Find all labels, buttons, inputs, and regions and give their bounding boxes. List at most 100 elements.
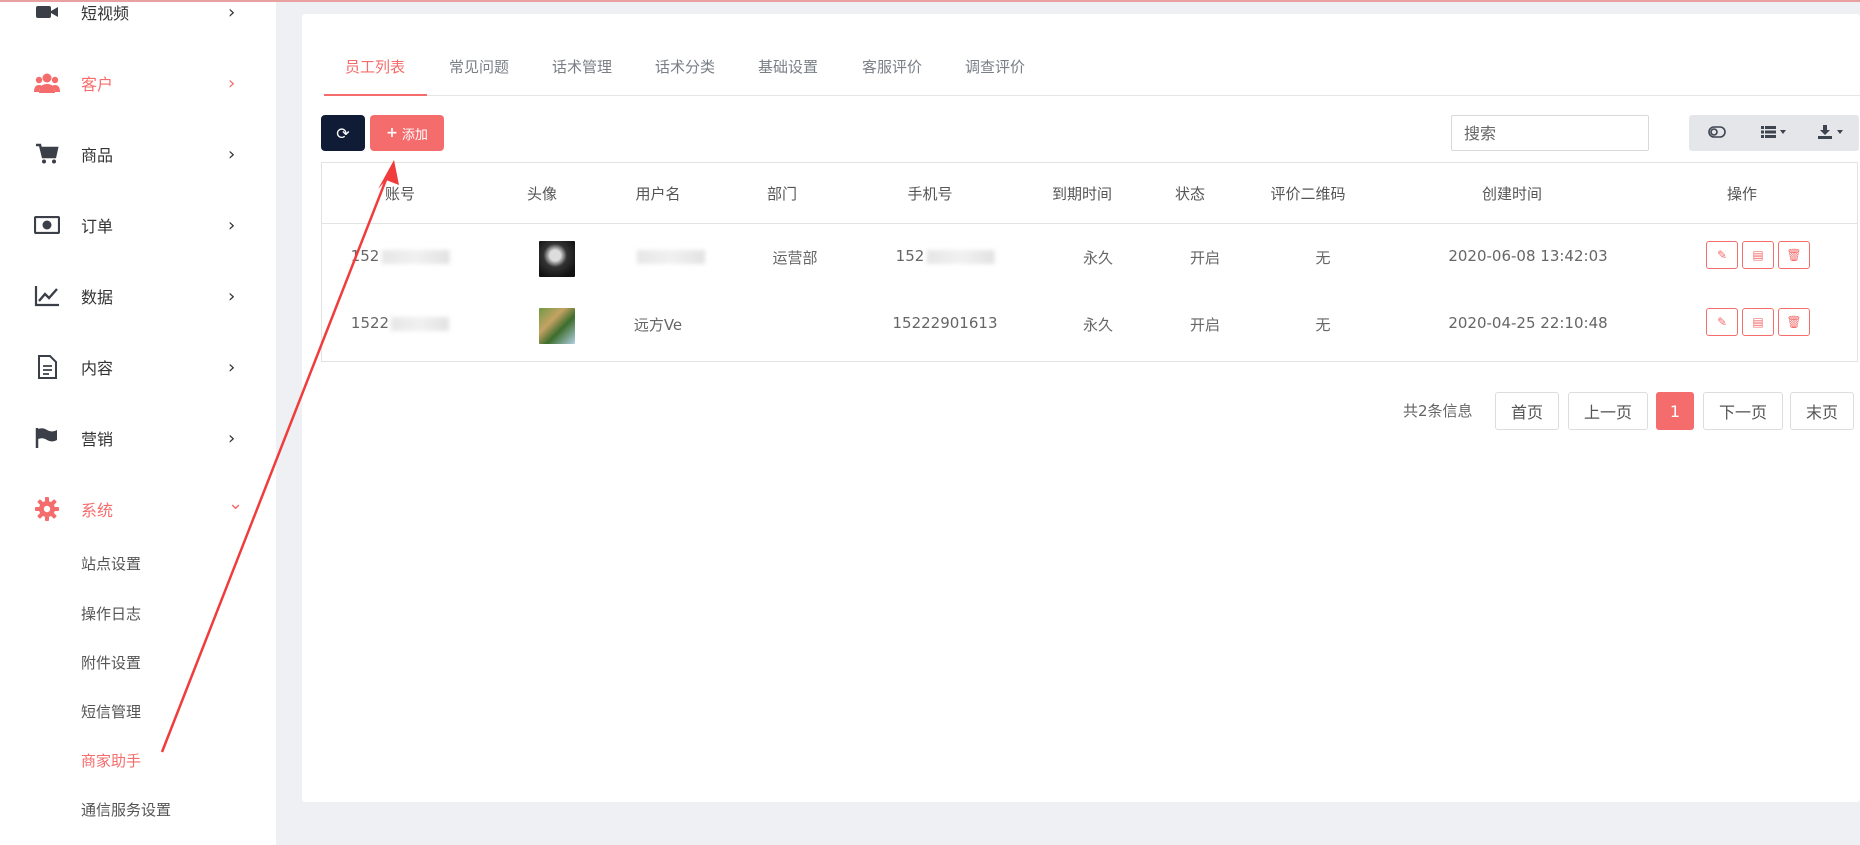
account-cell: 152	[351, 247, 450, 265]
active-tab-underline	[324, 94, 427, 96]
last-page-button[interactable]: 末页	[1790, 392, 1854, 430]
phone-cell: 15222901613	[892, 314, 998, 332]
view-button[interactable]: ▤	[1742, 308, 1774, 336]
created-cell: 2020-06-08 13:42:03	[1448, 247, 1608, 265]
chevron-right-icon: ›	[228, 285, 236, 307]
top-accent-line	[0, 0, 1860, 2]
sidebar-item-video[interactable]: 短视频 ›	[0, 0, 276, 32]
add-button[interactable]: + 添加	[370, 115, 444, 151]
column-header: 部门	[766, 185, 798, 203]
tab-script-management[interactable]: 话术管理	[552, 56, 612, 77]
chevron-right-icon: ›	[228, 427, 236, 449]
column-header: 用户名	[635, 185, 681, 203]
column-header: 评价二维码	[1270, 185, 1346, 203]
video-icon	[34, 0, 60, 25]
sidebar-item-label: 订单	[81, 217, 114, 236]
tab-script-category[interactable]: 话术分类	[655, 56, 715, 77]
sidebar-subitem-site-settings[interactable]: 站点设置	[81, 553, 141, 574]
redacted-mask	[637, 249, 705, 264]
view-button[interactable]: ▤	[1742, 241, 1774, 269]
column-header: 状态	[1174, 185, 1206, 203]
money-icon	[34, 212, 60, 238]
sidebar-subitem-operation-log[interactable]: 操作日志	[81, 603, 141, 624]
prev-page-button[interactable]: 上一页	[1568, 392, 1648, 430]
refresh-icon: ⟳	[336, 123, 350, 143]
sidebar-item-label: 商品	[81, 146, 114, 165]
sidebar-item-label: 内容	[81, 359, 114, 378]
column-header: 账号	[384, 185, 416, 203]
toggle-icon	[1708, 125, 1727, 141]
sidebar-subitem-sms-management[interactable]: 短信管理	[81, 701, 141, 722]
expire-cell: 永久	[1082, 249, 1114, 267]
search-input[interactable]	[1451, 115, 1649, 151]
tab-staff-list[interactable]: 员工列表	[345, 56, 405, 77]
flag-icon	[34, 425, 60, 451]
tab-survey-rating[interactable]: 调查评价	[965, 56, 1025, 77]
sidebar-item-label: 营销	[81, 430, 114, 449]
sidebar-item-order[interactable]: 订单 ›	[0, 205, 276, 245]
refresh-button[interactable]: ⟳	[321, 115, 365, 151]
pencil-icon: ✎	[1716, 248, 1728, 262]
status-cell: 开启	[1189, 316, 1221, 334]
chart-icon	[34, 283, 60, 309]
sidebar-item-goods[interactable]: 商品 ›	[0, 134, 276, 174]
delete-button[interactable]: 🗑	[1778, 308, 1810, 336]
created-cell: 2020-04-25 22:10:48	[1448, 314, 1608, 332]
sidebar-item-label: 系统	[81, 501, 114, 520]
row-actions: ✎ ▤ 🗑	[1706, 241, 1810, 269]
calendar-icon: ▤	[1752, 315, 1764, 329]
column-header: 操作	[1726, 185, 1758, 203]
calendar-icon: ▤	[1752, 248, 1764, 262]
redacted-mask	[926, 249, 995, 264]
expire-cell: 永久	[1082, 316, 1114, 334]
edit-button[interactable]: ✎	[1706, 308, 1738, 336]
delete-button[interactable]: 🗑	[1778, 241, 1810, 269]
export-dropdown-button[interactable]	[1802, 115, 1859, 151]
sidebar-item-system[interactable]: 系统 ⌄	[0, 489, 276, 529]
tab-faq[interactable]: 常见问题	[449, 56, 509, 77]
phone-cell: 152	[896, 247, 995, 265]
account-cell: 1522	[351, 314, 450, 332]
toggle-view-button[interactable]	[1689, 115, 1746, 151]
sidebar-item-content[interactable]: 内容 ›	[0, 347, 276, 387]
sidebar-item-customer[interactable]: 客户 ›	[0, 63, 276, 103]
tab-basic-settings[interactable]: 基础设置	[758, 56, 818, 77]
chevron-right-icon: ›	[228, 72, 236, 94]
add-button-label: 添加	[401, 127, 428, 143]
current-page-button[interactable]: 1	[1656, 392, 1694, 430]
chevron-right-icon: ›	[228, 214, 236, 236]
tab-bar: 员工列表 常见问题 话术管理 话术分类 基础设置 客服评价 调查评价	[324, 38, 1860, 96]
users-icon	[34, 70, 60, 96]
column-header: 创建时间	[1481, 185, 1543, 203]
sidebar-item-marketing[interactable]: 营销 ›	[0, 418, 276, 458]
trash-icon: 🗑	[1786, 315, 1802, 329]
sidebar-item-label: 数据	[81, 288, 114, 307]
pencil-icon: ✎	[1716, 315, 1728, 329]
sidebar-subitem-attachment-settings[interactable]: 附件设置	[81, 652, 141, 673]
next-page-button[interactable]: 下一页	[1703, 392, 1783, 430]
download-icon	[1817, 124, 1844, 142]
columns-dropdown-button[interactable]	[1746, 115, 1803, 151]
column-header: 手机号	[907, 185, 953, 203]
status-cell: 开启	[1189, 249, 1221, 267]
chevron-right-icon: ›	[228, 356, 236, 378]
cart-icon	[34, 141, 60, 167]
redacted-mask	[381, 249, 450, 264]
redacted-mask	[391, 316, 450, 331]
column-header: 到期时间	[1051, 185, 1113, 203]
sidebar-item-label: 客户	[81, 75, 114, 94]
edit-button[interactable]: ✎	[1706, 241, 1738, 269]
tab-service-rating[interactable]: 客服评价	[862, 56, 922, 77]
first-page-button[interactable]: 首页	[1495, 392, 1559, 430]
table-row: 1522 远方Ve 15222901613 永久 开启 无 2020-04-25…	[322, 293, 1857, 361]
sidebar-item-label: 短视频	[81, 4, 130, 23]
staff-table: 账号 头像 用户名 部门 手机号 到期时间 状态 评价二维码 创建时间 操作 1…	[321, 162, 1858, 362]
main-card: 员工列表 常见问题 话术管理 话术分类 基础设置 客服评价 调查评价 ⟳ + 添…	[302, 14, 1860, 802]
table-header: 账号 头像 用户名 部门 手机号 到期时间 状态 评价二维码 创建时间 操作	[322, 163, 1857, 224]
plus-icon: +	[386, 125, 398, 141]
sidebar-subitem-communication-settings[interactable]: 通信服务设置	[81, 799, 171, 820]
list-icon	[1761, 125, 1787, 141]
sidebar-item-data[interactable]: 数据 ›	[0, 276, 276, 316]
sidebar-subitem-merchant-assistant[interactable]: 商家助手	[81, 750, 141, 771]
sidebar: 短视频 › 客户 › 商品 › 订单 › 数据 › 内容 › 营销 › 系统 ⌄…	[0, 0, 276, 845]
